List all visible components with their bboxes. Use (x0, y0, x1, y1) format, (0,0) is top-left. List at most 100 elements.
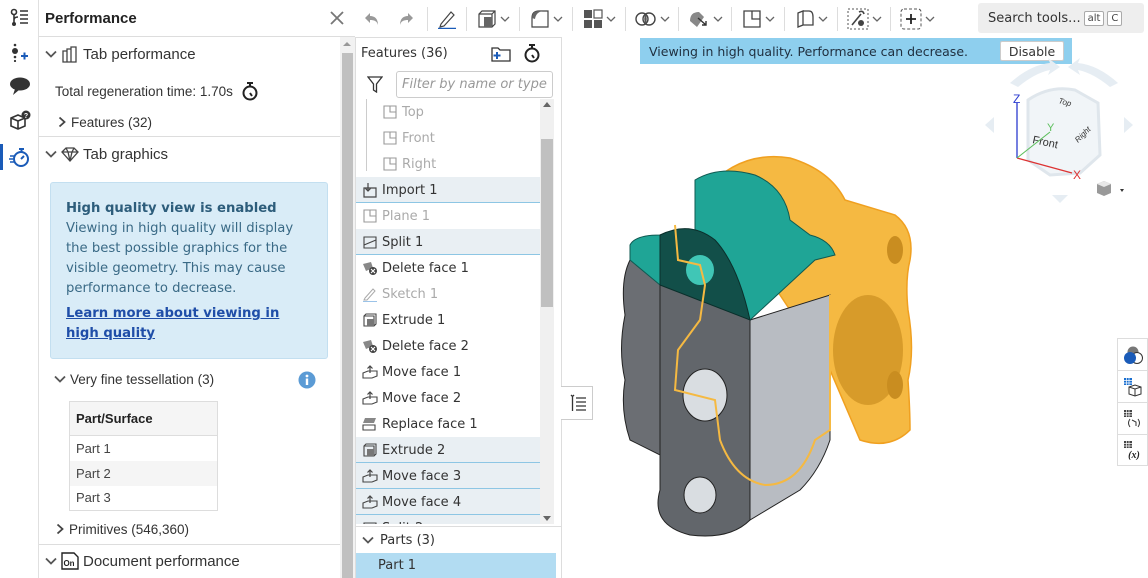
feature-list-item[interactable]: Extrude 1 (356, 307, 540, 333)
filter-row (356, 69, 561, 101)
custom-tools-button[interactable] (842, 4, 886, 34)
features-count-toggle[interactable]: Features (32) (57, 111, 152, 133)
pattern-button[interactable] (577, 4, 621, 34)
high-quality-info-box: High quality view is enabled Viewing in … (50, 182, 328, 359)
learn-more-link[interactable]: Learn more about viewing in high quality (66, 304, 312, 344)
rotate-arrow-icon[interactable] (1068, 58, 1118, 87)
feature-label: Right (402, 156, 437, 172)
explode-view-button[interactable] (1117, 402, 1148, 434)
chevron-down-icon[interactable] (925, 16, 935, 22)
feature-list-item[interactable]: Top (356, 99, 540, 125)
svg-text:On: On (63, 559, 74, 568)
section-view-button[interactable] (1117, 370, 1148, 402)
scroll-up-arrow[interactable] (543, 102, 551, 107)
pan-left-icon[interactable] (985, 117, 994, 133)
rotate-arrow-icon[interactable] (1010, 58, 1060, 87)
chevron-down-icon[interactable] (713, 16, 723, 22)
add-feature-button[interactable] (895, 4, 939, 34)
feature-list-item[interactable]: Sketch 1 (356, 281, 540, 307)
feature-list-item[interactable]: Move face 3 (356, 463, 540, 489)
features-count-label: Features (32) (71, 114, 153, 130)
chevron-down-icon[interactable] (500, 16, 510, 22)
plane-button[interactable] (736, 4, 780, 34)
view-cube[interactable]: Top Front Right Z X Y (980, 55, 1148, 210)
feature-list-toggle-button[interactable] (561, 386, 593, 420)
feature-list-item[interactable]: Split 2 (356, 515, 540, 524)
sketch-button[interactable] (432, 4, 462, 34)
toolbar-separator (731, 6, 732, 31)
search-tools-input[interactable]: Search tools... alt C (978, 3, 1144, 33)
filter-icon[interactable] (367, 76, 383, 93)
feature-list-item[interactable]: Replace face 1 (356, 411, 540, 437)
chevron-down-icon[interactable] (660, 16, 670, 22)
search-tools-label: Search tools... (988, 10, 1081, 26)
rail-comments[interactable] (0, 69, 39, 103)
chevron-down-icon[interactable] (872, 16, 882, 22)
tessellation-table: Part/Surface Part 1 Part 2 Part 3 (69, 401, 218, 511)
pan-right-icon[interactable] (1124, 117, 1133, 133)
feature-filter-input[interactable] (396, 71, 553, 98)
feature-list-item[interactable]: Extrude 2 (356, 437, 540, 463)
rail-feature-list[interactable] (0, 1, 39, 35)
tab-graphics-toggle[interactable]: Tab graphics (45, 143, 168, 165)
pan-down-icon[interactable] (1052, 195, 1068, 203)
feature-list-item[interactable]: Front (356, 125, 540, 151)
tessellation-toggle[interactable]: Very fine tessellation (3) (54, 369, 214, 389)
stopwatch-icon[interactable] (523, 43, 541, 63)
extrude-button[interactable] (471, 4, 515, 34)
chevron-down-icon[interactable] (765, 16, 775, 22)
rail-help[interactable]: ? (0, 103, 39, 137)
info-icon[interactable] (298, 371, 316, 389)
feature-list-item[interactable]: Split 1 (356, 229, 540, 255)
feature-list-item[interactable]: Import 1 (356, 177, 540, 203)
fillet-button[interactable] (524, 4, 568, 34)
toolbar-separator (678, 6, 679, 31)
view-mode-dropdown[interactable] (1097, 181, 1124, 196)
table-row[interactable]: Part 3 (69, 485, 218, 511)
feature-list-icon (10, 8, 28, 26)
part-list-item[interactable]: Part 1 (356, 553, 556, 578)
chevron-down-icon[interactable] (553, 16, 563, 22)
parts-toggle[interactable]: Parts (3) (356, 526, 561, 553)
tab-performance-toggle[interactable]: Tab performance (45, 43, 196, 65)
feature-list-item[interactable]: Delete face 2 (356, 333, 540, 359)
performance-panel: Performance Tab performance Total regene… (39, 0, 355, 578)
chevron-down-icon[interactable] (818, 16, 828, 22)
appearance-button[interactable] (1117, 338, 1148, 370)
stopwatch-icon (8, 148, 29, 167)
undo-button[interactable] (355, 4, 389, 34)
chevron-down-icon[interactable] (606, 16, 616, 22)
feature-list-item[interactable]: Delete face 1 (356, 255, 540, 281)
grid-bracket-icon (1123, 409, 1140, 427)
sheet-metal-button[interactable] (789, 4, 833, 34)
feature-list-item[interactable]: Move face 2 (356, 385, 540, 411)
table-row[interactable]: Part 2 (69, 460, 218, 486)
add-folder-icon[interactable] (491, 45, 511, 62)
3d-model-viewport[interactable] (590, 140, 930, 560)
feature-list-item[interactable]: Move face 4 (356, 489, 540, 515)
scroll-thumb[interactable] (342, 53, 353, 578)
scroll-thumb[interactable] (541, 139, 553, 307)
feature-list-item[interactable]: Right (356, 151, 540, 177)
feature-label: Import 1 (382, 182, 438, 198)
table-cell: Part 3 (69, 485, 218, 511)
performance-scrollbar[interactable] (340, 37, 355, 578)
chevron-right-icon (58, 116, 66, 128)
cube-help-icon: ? (9, 110, 30, 130)
stopwatch-icon[interactable] (241, 81, 259, 101)
feature-list-item[interactable]: Plane 1 (356, 203, 540, 229)
rail-insert[interactable] (0, 35, 39, 69)
scroll-up-arrow[interactable] (343, 42, 351, 46)
variables-button[interactable]: (x) (1117, 434, 1148, 466)
boolean-button[interactable] (630, 4, 674, 34)
table-row[interactable]: Part 1 (69, 435, 218, 461)
feature-list-item[interactable]: Move face 1 (356, 359, 540, 385)
feature-list-scrollbar[interactable] (540, 99, 554, 524)
primitives-toggle[interactable]: Primitives (546,360) (55, 519, 189, 539)
rail-performance[interactable] (0, 140, 39, 174)
close-icon[interactable] (328, 9, 346, 27)
scroll-down-arrow[interactable] (543, 516, 551, 521)
document-performance-toggle[interactable]: On Document performance (45, 550, 240, 572)
redo-button[interactable] (389, 4, 423, 34)
transform-button[interactable] (683, 4, 727, 34)
